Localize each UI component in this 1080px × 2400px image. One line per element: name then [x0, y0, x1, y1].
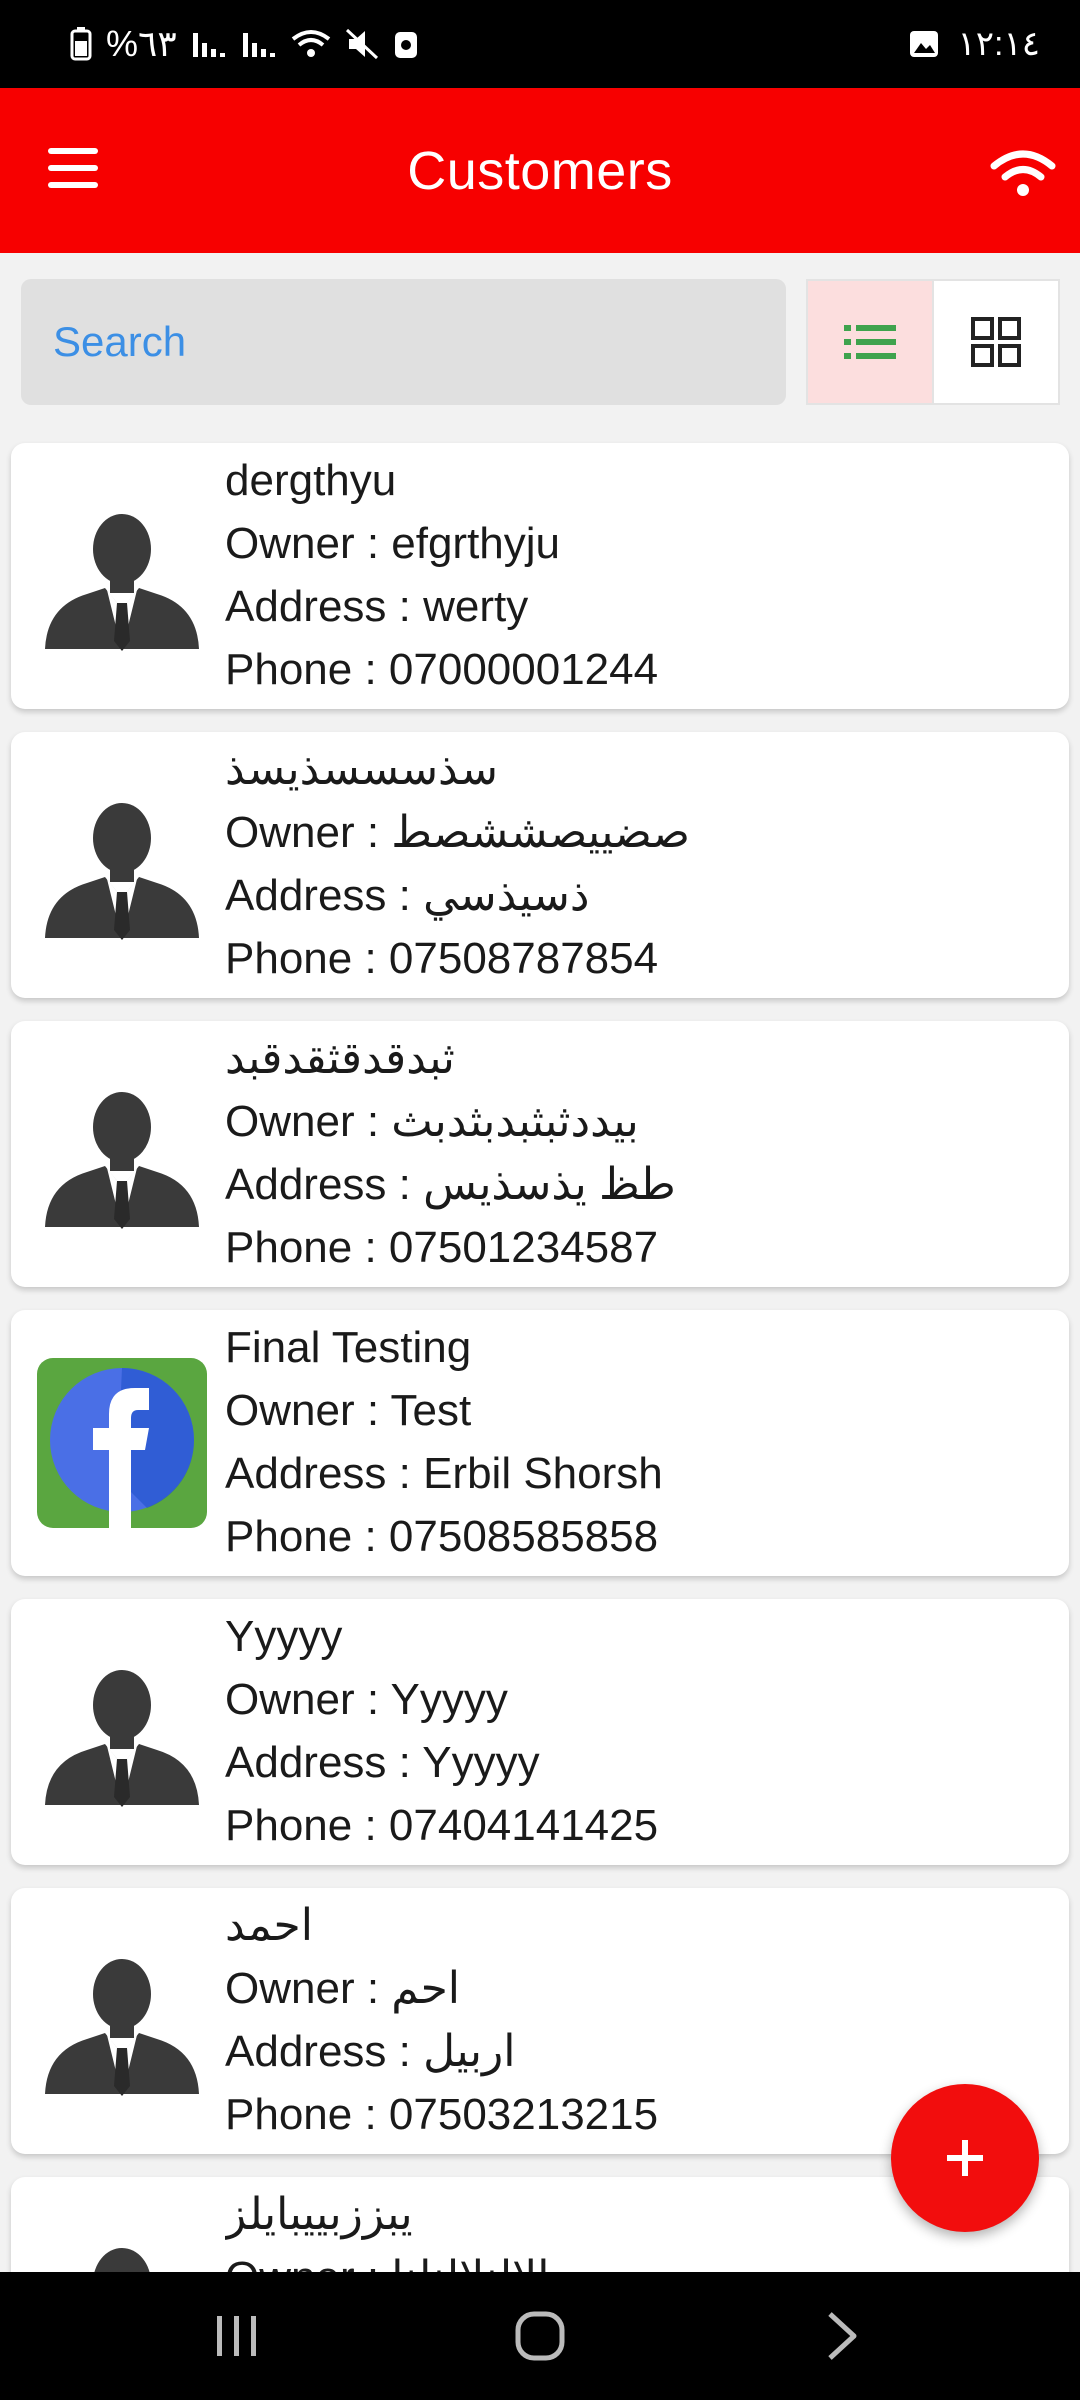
customer-name: Final Testing: [225, 1323, 472, 1372]
customer-address: Address : طظ يذسذيس: [225, 1160, 676, 1209]
mute-icon: [345, 28, 378, 60]
customer-name: ثبدقدقثقدقبد: [225, 1034, 455, 1083]
add-customer-button[interactable]: [891, 2084, 1039, 2232]
person-silhouette-icon: [37, 2225, 207, 2272]
customer-name: سذسسسذيسذ: [225, 745, 499, 794]
customer-owner: Owner : يالالنلالنلنا: [225, 2246, 1049, 2272]
customer-info: Final Testing Owner : Test Address : Erb…: [225, 1316, 1049, 1568]
customer-address: Address : اربيل: [225, 2027, 516, 2076]
page-title: Customers: [407, 140, 673, 201]
customer-phone: Phone : 07404141425: [225, 1801, 659, 1850]
customer-phone: Phone : 07501234587: [225, 1223, 659, 1272]
customer-owner: Owner : Yyyyy: [225, 1675, 508, 1724]
wifi-status-icon: [291, 30, 330, 57]
gallery-icon: [909, 31, 938, 57]
customer-phone: Phone : 07000001244: [225, 645, 659, 694]
customer-card[interactable]: سذسسسذيسذ Owner : صضييصششصط Address : ذس…: [11, 732, 1069, 998]
recent-apps-icon[interactable]: [207, 2306, 267, 2366]
customer-address: Address : ذسيذسي: [225, 871, 590, 920]
customer-owner: Owner : صضييصششصط: [225, 808, 690, 857]
list-view-button[interactable]: [808, 281, 934, 403]
battery-charging-icon: [70, 27, 92, 61]
wifi-icon[interactable]: [988, 146, 1058, 200]
customer-list: dergthyu Owner : efgrthyju Address : wer…: [0, 440, 1080, 2272]
facebook-logo-icon: [37, 1358, 207, 1528]
customer-name: احمد: [225, 1901, 313, 1950]
customer-owner: Owner : احم: [225, 1964, 460, 2013]
customer-card[interactable]: dergthyu Owner : efgrthyju Address : wer…: [11, 443, 1069, 709]
menu-button[interactable]: [48, 148, 98, 188]
menu-icon-bar: [48, 148, 98, 154]
signal-icon: [192, 33, 225, 57]
customer-card[interactable]: ثبدقدقثقدقبد Owner : بيددثبثبدبثدبث Addr…: [11, 1021, 1069, 1287]
battery-percent: %٦٣: [106, 23, 177, 64]
search-placeholder: Search: [53, 318, 187, 365]
customer-address: Address : werty: [225, 582, 529, 631]
signal-icon-2: [242, 33, 275, 57]
person-silhouette-icon: [37, 1647, 207, 1817]
app-bar: Customers: [0, 88, 1080, 253]
customer-card[interactable]: Yyyyy Owner : Yyyyy Address : Yyyyy Phon…: [11, 1599, 1069, 1865]
customer-info: dergthyu Owner : efgrthyju Address : wer…: [225, 449, 1049, 701]
search-input[interactable]: Search: [21, 279, 786, 405]
person-silhouette-icon: [37, 1936, 207, 2106]
menu-icon-bar: [48, 182, 98, 188]
customer-name: Yyyyy: [225, 1612, 343, 1661]
menu-icon-bar: [48, 165, 98, 171]
customer-address: Address : Erbil Shorsh: [225, 1449, 663, 1498]
customer-phone: Phone : 07508787854: [225, 934, 659, 983]
app-notification-icon: [394, 32, 417, 58]
grid-view-button[interactable]: [934, 281, 1058, 403]
customer-card[interactable]: Final Testing Owner : Test Address : Erb…: [11, 1310, 1069, 1576]
customer-owner: Owner : efgrthyju: [225, 519, 561, 568]
home-icon[interactable]: [510, 2306, 570, 2366]
customer-info: ثبدقدقثقدقبد Owner : بيددثبثبدبثدبث Addr…: [225, 1027, 1049, 1279]
status-left: %٦٣: [70, 23, 419, 65]
plus-icon: [947, 2140, 983, 2176]
clock: ١٢:١٤: [957, 25, 1041, 63]
customer-address: Address : Yyyyy: [225, 1738, 540, 1787]
customer-name: dergthyu: [225, 456, 397, 505]
grid-icon: [971, 317, 1021, 367]
view-toggle: [806, 279, 1060, 405]
customer-owner: Owner : بيددثبثبدبثدبث: [225, 1097, 639, 1146]
back-icon[interactable]: [812, 2306, 872, 2366]
person-silhouette-icon: [37, 780, 207, 950]
customer-info: Yyyyy Owner : Yyyyy Address : Yyyyy Phon…: [225, 1605, 1049, 1857]
customer-info: سذسسسذيسذ Owner : صضييصششصط Address : ذس…: [225, 738, 1049, 990]
person-silhouette-icon: [37, 1069, 207, 1239]
status-bar: %٦٣ ١٢:١٤: [0, 0, 1080, 88]
system-nav-bar: [0, 2272, 1080, 2400]
customer-owner: Owner : Test: [225, 1386, 472, 1435]
customer-phone: Phone : 07508585858: [225, 1512, 659, 1561]
person-silhouette-icon: [37, 491, 207, 661]
status-right: ١٢:١٤: [908, 24, 1041, 64]
list-icon: [844, 325, 896, 359]
